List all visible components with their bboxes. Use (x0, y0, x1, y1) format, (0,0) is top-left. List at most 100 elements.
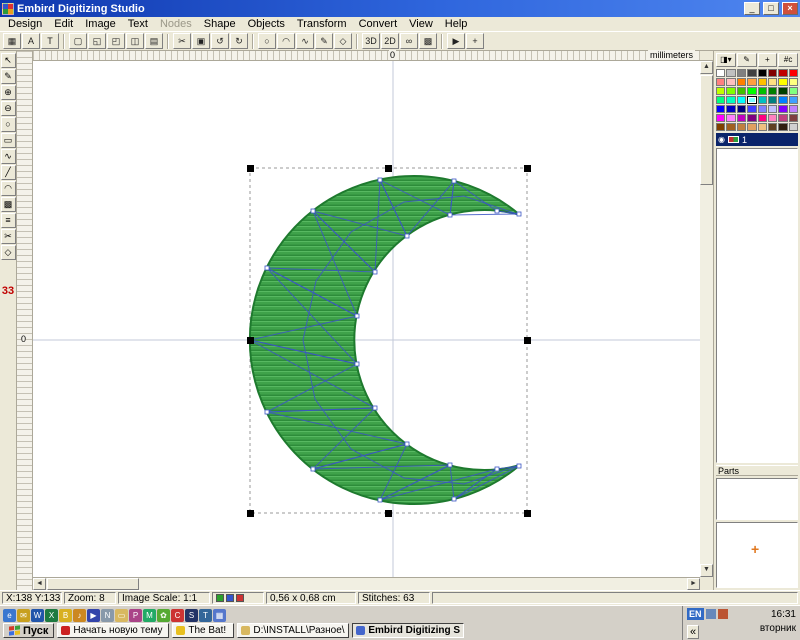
redo-button[interactable]: ↻ (230, 33, 248, 49)
stitch-node[interactable] (378, 178, 382, 182)
selection-handle[interactable] (247, 510, 254, 517)
stitch-node[interactable] (452, 497, 456, 501)
stitch-node[interactable] (405, 442, 409, 446)
palette-swatch-31[interactable] (789, 96, 798, 104)
tool-fill[interactable]: ▩ (1, 197, 16, 212)
quicklaunch-show-desktop[interactable]: ▦ (213, 609, 226, 622)
taskbar-task-1[interactable]: The Bat! (172, 623, 234, 638)
vscroll-track-fill[interactable] (700, 186, 713, 564)
quicklaunch-paint[interactable]: P (129, 609, 142, 622)
new-button[interactable]: ▢ (69, 33, 87, 49)
panel-button-3[interactable]: #c (778, 53, 798, 67)
menu-shape[interactable]: Shape (198, 17, 242, 31)
menu-objects[interactable]: Objects (242, 17, 291, 31)
palette-swatch-19[interactable] (747, 87, 756, 95)
menu-edit[interactable]: Edit (48, 17, 79, 31)
palette-swatch-51[interactable] (747, 123, 756, 131)
stitch-node[interactable] (355, 314, 359, 318)
palette-swatch-49[interactable] (726, 123, 735, 131)
palette-swatch-28[interactable] (758, 96, 767, 104)
palette-swatch-27[interactable] (747, 96, 756, 104)
palette-swatch-2[interactable] (737, 69, 746, 77)
stitch-node[interactable] (265, 266, 269, 270)
palette-swatch-42[interactable] (737, 114, 746, 122)
menu-convert[interactable]: Convert (353, 17, 404, 31)
palette-swatch-21[interactable] (768, 87, 777, 95)
palette-swatch-7[interactable] (789, 69, 798, 77)
layer-row[interactable]: ◉ 1 (716, 133, 798, 146)
palette-swatch-46[interactable] (778, 114, 787, 122)
quicklaunch-icq[interactable]: ✿ (157, 609, 170, 622)
preview-panel[interactable]: + (716, 522, 798, 588)
menu-image[interactable]: Image (79, 17, 122, 31)
maximize-button[interactable]: □ (763, 2, 779, 15)
selection-handle[interactable] (524, 510, 531, 517)
palette-swatch-8[interactable] (716, 78, 725, 86)
stitch-node[interactable] (373, 270, 377, 274)
stitch-node[interactable] (495, 467, 499, 471)
panel-button-2[interactable]: + (758, 53, 778, 67)
stitch-node[interactable] (265, 410, 269, 414)
design-canvas[interactable] (33, 61, 700, 577)
vscroll-track[interactable]: ▲ ▼ (700, 61, 713, 577)
quicklaunch-folder[interactable]: ▭ (115, 609, 128, 622)
palette-swatch-11[interactable] (747, 78, 756, 86)
tray-chevron-icon[interactable]: « (687, 625, 699, 639)
palette-swatch-17[interactable] (726, 87, 735, 95)
stitch-node[interactable] (311, 209, 315, 213)
stitch-node[interactable] (495, 209, 499, 213)
selection-handle[interactable] (385, 510, 392, 517)
start-button[interactable]: Пуск (3, 623, 54, 638)
tray-app-icon[interactable] (706, 609, 716, 619)
tool-line[interactable]: ╱ (1, 165, 16, 180)
scroll-down-arrow[interactable]: ▼ (700, 564, 713, 577)
palette-swatch-4[interactable] (758, 69, 767, 77)
stitch-node[interactable] (405, 234, 409, 238)
pencil-button[interactable]: ✎ (315, 33, 333, 49)
palette-swatch-5[interactable] (768, 69, 777, 77)
tool-curve[interactable]: ∿ (1, 149, 16, 164)
palette-swatch-9[interactable] (726, 78, 735, 86)
stitch-node[interactable] (448, 213, 452, 217)
palette-swatch-55[interactable] (789, 123, 798, 131)
palette-swatch-1[interactable] (726, 69, 735, 77)
selection-handle[interactable] (524, 165, 531, 172)
palette-swatch-39[interactable] (789, 105, 798, 113)
palette-swatch-0[interactable] (716, 69, 725, 77)
quicklaunch-notepad[interactable]: N (101, 609, 114, 622)
eye-icon[interactable]: ◉ (718, 133, 725, 146)
palette-swatch-10[interactable] (737, 78, 746, 86)
tool-ellipse[interactable]: ○ (1, 117, 16, 132)
palette-swatch-29[interactable] (768, 96, 777, 104)
simulate-button[interactable]: ∞ (400, 33, 418, 49)
palette-swatch-40[interactable] (716, 114, 725, 122)
quicklaunch-ie[interactable]: e (3, 609, 16, 622)
palette-swatch-33[interactable] (726, 105, 735, 113)
quicklaunch-word[interactable]: W (31, 609, 44, 622)
scroll-right-arrow[interactable]: ► (687, 578, 700, 590)
menu-text[interactable]: Text (122, 17, 154, 31)
stitch-node[interactable] (378, 498, 382, 502)
selection-handle[interactable] (524, 337, 531, 344)
view-3d-button[interactable]: 3D (362, 33, 380, 49)
menu-view[interactable]: View (403, 17, 439, 31)
palette-swatch-26[interactable] (737, 96, 746, 104)
tool-zoom-in[interactable]: ⊕ (1, 85, 16, 100)
menu-help[interactable]: Help (439, 17, 474, 31)
palette-swatch-14[interactable] (778, 78, 787, 86)
menu-transform[interactable]: Transform (291, 17, 353, 31)
palette-swatch-3[interactable] (747, 69, 756, 77)
palette-swatch-25[interactable] (726, 96, 735, 104)
palette-swatch-22[interactable] (778, 87, 787, 95)
quicklaunch-mail[interactable]: ✉ (17, 609, 30, 622)
stitch-node[interactable] (517, 464, 521, 468)
quicklaunch-msn[interactable]: M (143, 609, 156, 622)
design-mode-button[interactable]: ▦ (3, 33, 21, 49)
print-button[interactable]: ▤ (145, 33, 163, 49)
palette-swatch-43[interactable] (747, 114, 756, 122)
palette-swatch-41[interactable] (726, 114, 735, 122)
layer-list[interactable] (716, 148, 798, 463)
wave-button[interactable]: ∿ (296, 33, 314, 49)
stitch-view-button[interactable]: ▩ (419, 33, 437, 49)
save-button[interactable]: ◫ (126, 33, 144, 49)
